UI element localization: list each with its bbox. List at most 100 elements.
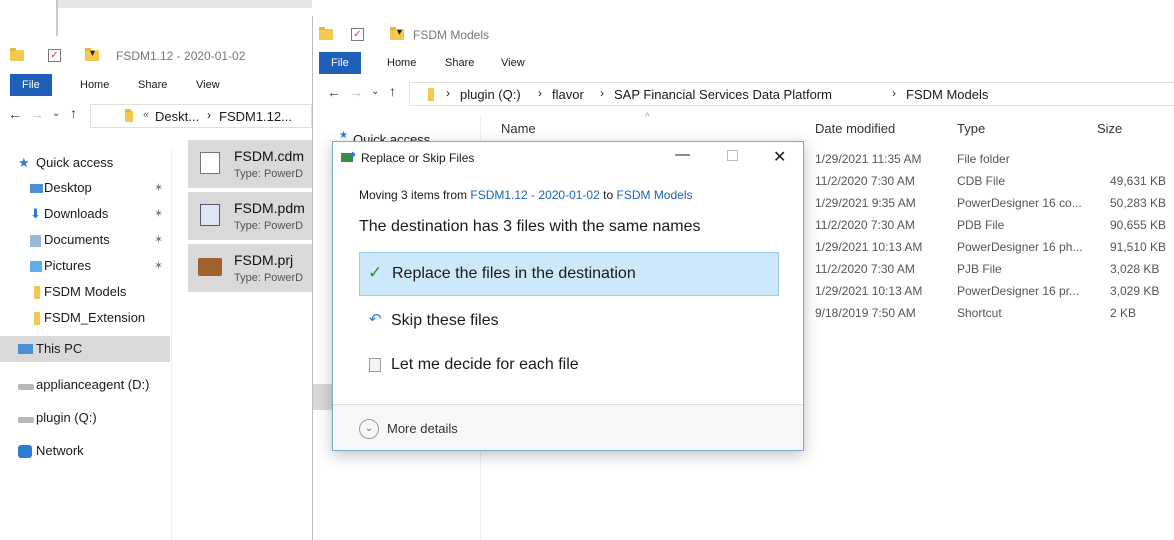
file-item[interactable]: FSDM.prj Type: PowerD	[188, 244, 312, 292]
left-window-top-strip	[0, 0, 312, 40]
date-cell: 1/29/2021 11:35 AM	[815, 152, 922, 166]
pin-icon[interactable]: ✶	[154, 227, 163, 253]
tab-file[interactable]: File	[10, 74, 52, 96]
type-cell: PJB File	[957, 262, 1002, 276]
tab-home[interactable]: Home	[80, 74, 109, 96]
dialog-title: Replace or Skip Files	[361, 151, 475, 165]
pin-icon[interactable]: ✶	[154, 253, 163, 279]
sidebar-item-network[interactable]: Network	[0, 438, 172, 464]
checkmark-icon: ✓	[368, 263, 383, 282]
tab-share[interactable]: Share	[138, 74, 167, 96]
dialog-title-bar: ➜ Replace or Skip Files — ✕	[333, 142, 803, 174]
sidebar-item-pictures[interactable]: Pictures ✶	[0, 253, 172, 279]
date-cell: 11/2/2020 7:30 AM	[815, 218, 915, 232]
sidebar-item-this-pc[interactable]: This PC	[0, 336, 170, 362]
sidebar-item-drive-q[interactable]: plugin (Q:)	[0, 405, 172, 431]
sidebar-item-quick-access[interactable]: ★ Quick access	[0, 150, 172, 176]
type-cell: PowerDesigner 16 ph...	[957, 240, 1083, 254]
left-address-bar[interactable]: « Deskt... › FSDM1.12...	[90, 104, 312, 128]
type-cell: PowerDesigner 16 co...	[957, 196, 1082, 210]
date-cell: 1/29/2021 10:13 AM	[815, 240, 923, 254]
pictures-icon	[30, 261, 42, 272]
decide-option-button[interactable]: Let me decide for each file	[359, 346, 779, 386]
cdm-file-icon	[200, 152, 220, 174]
size-cell: 49,631 KB	[1110, 174, 1167, 188]
sidebar-item-label: Desktop	[44, 180, 92, 195]
type-cell: CDB File	[957, 174, 1006, 188]
pin-icon[interactable]: ✶	[154, 175, 163, 201]
briefcase-icon	[198, 258, 222, 276]
dialog-heading: The destination has 3 files with the sam…	[359, 218, 701, 235]
size-cell: 3,028 KB	[1110, 262, 1160, 276]
tab-view[interactable]: View	[196, 74, 220, 96]
left-nav-bar: ← → ⌄ ↑ « Deskt... › FSDM1.12...	[0, 104, 312, 128]
sidebar-item-desktop[interactable]: Desktop ✶	[0, 175, 172, 201]
more-details-label[interactable]: More details	[387, 421, 458, 436]
network-icon	[18, 445, 32, 458]
star-icon: ★	[18, 155, 30, 170]
maximize-button	[727, 150, 738, 161]
drive-icon	[18, 384, 34, 390]
replace-option-button[interactable]: ✓ Replace the files in the destination	[359, 252, 779, 296]
size-cell: 50,283 KB	[1110, 196, 1167, 210]
minimize-button[interactable]: —	[675, 146, 690, 163]
customize-qat-icon[interactable]: ▾	[90, 48, 95, 59]
sidebar-item-documents[interactable]: Documents ✶	[0, 227, 172, 253]
sidebar-item-label: Network	[36, 443, 84, 458]
overflow-icon[interactable]: «	[143, 109, 149, 121]
folder-icon	[34, 286, 40, 299]
left-window-title: FSDM1.12 - 2020-01-02	[116, 49, 246, 63]
date-cell: 9/18/2019 7:50 AM	[815, 306, 916, 320]
skip-option-label: Skip these files	[391, 312, 499, 329]
back-arrow-icon[interactable]: ←	[8, 106, 22, 122]
type-cell: PowerDesigner 16 pr...	[957, 284, 1080, 298]
left-ribbon-tabs: File Home Share View	[0, 74, 312, 96]
destination-folder-link[interactable]: FSDM Models	[616, 188, 692, 202]
breadcrumb-segment[interactable]: FSDM1.12...	[219, 109, 292, 124]
dialog-footer: ⌄ More details	[333, 404, 803, 450]
folder-icon	[125, 109, 133, 122]
date-cell: 11/2/2020 7:30 AM	[815, 262, 915, 276]
size-cell: 2 KB	[1110, 306, 1137, 320]
recent-dropdown-icon[interactable]: ⌄	[52, 108, 60, 119]
sidebar-item-label: applianceagent (D:)	[36, 377, 150, 392]
sidebar-item-fsdm-models[interactable]: FSDM Models	[0, 279, 172, 305]
sidebar-item-fsdm-extension[interactable]: FSDM_Extension	[0, 305, 172, 331]
compare-files-icon	[369, 358, 381, 372]
sidebar-item-downloads[interactable]: ⬇ Downloads ✶	[0, 201, 172, 227]
up-arrow-icon[interactable]: ↑	[70, 105, 77, 121]
documents-icon	[30, 235, 41, 247]
sidebar-item-label: Documents	[44, 232, 110, 247]
file-item[interactable]: FSDM.pdm Type: PowerD	[188, 192, 312, 240]
decide-option-label: Let me decide for each file	[391, 356, 579, 373]
desktop-icon	[30, 184, 43, 193]
close-button[interactable]: ✕	[773, 147, 786, 167]
source-folder-link[interactable]: FSDM1.12 - 2020-01-02	[470, 188, 599, 202]
to-word: to	[603, 188, 614, 202]
breadcrumb-segment[interactable]: Deskt...	[155, 109, 199, 124]
computer-icon	[18, 344, 33, 354]
sidebar-item-label: FSDM Models	[44, 284, 127, 299]
size-cell: 3,029 KB	[1110, 284, 1160, 298]
sidebar-item-label: FSDM_Extension	[44, 310, 146, 325]
drive-icon	[18, 417, 34, 423]
more-details-toggle[interactable]: ⌄	[359, 419, 379, 439]
replace-skip-dialog: ➜ Replace or Skip Files — ✕ Moving 3 ite…	[332, 141, 804, 451]
sidebar-item-drive-d[interactable]: applianceagent (D:)	[0, 372, 172, 398]
sidebar-item-label: This PC	[36, 341, 83, 356]
date-cell: 1/29/2021 9:35 AM	[815, 196, 916, 210]
sidebar-item-label: plugin (Q:)	[36, 410, 97, 425]
download-icon: ⬇	[30, 206, 41, 221]
chevron-right-icon: ›	[207, 108, 211, 122]
properties-icon[interactable]: ✓	[48, 49, 61, 62]
left-title-bar: ✓ ▾ FSDM1.12 - 2020-01-02	[0, 46, 312, 66]
type-cell: File folder	[957, 152, 1010, 166]
forward-arrow-icon[interactable]: →	[30, 106, 44, 122]
date-cell: 1/29/2021 10:13 AM	[815, 284, 923, 298]
left-explorer-window: ✓ ▾ FSDM1.12 - 2020-01-02 File Home Shar…	[0, 0, 312, 540]
skip-option-button[interactable]: ↶ Skip these files	[359, 302, 779, 342]
file-item[interactable]: FSDM.cdm Type: PowerD	[188, 140, 312, 188]
file-type: Type: PowerD	[234, 220, 304, 232]
file-name: FSDM.prj	[234, 252, 294, 268]
pin-icon[interactable]: ✶	[154, 201, 163, 227]
